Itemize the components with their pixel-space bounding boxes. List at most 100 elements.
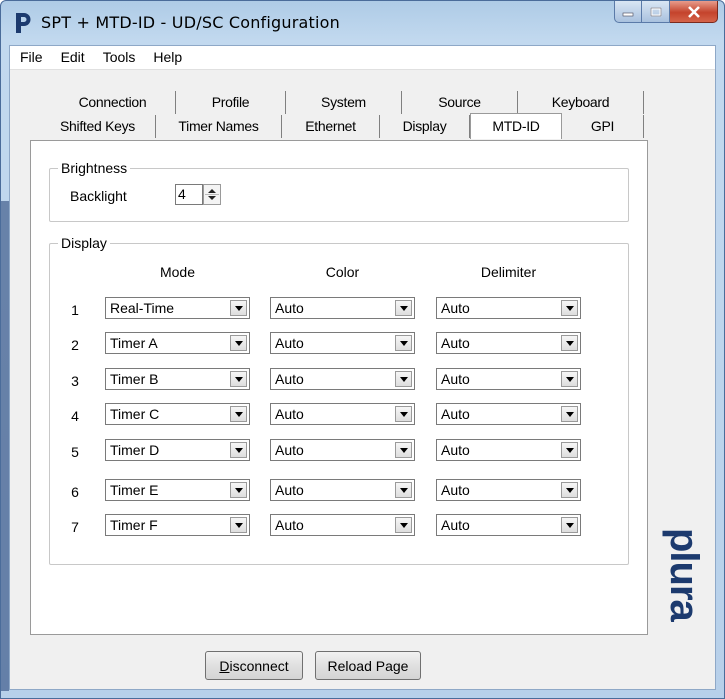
dropdown-button[interactable] <box>395 335 412 351</box>
chevron-down-icon <box>235 377 243 382</box>
mtd-id-tab-panel: Brightness Backlight 4 Display Mode Colo… <box>30 140 648 635</box>
delimiter-select[interactable]: Auto <box>436 439 581 461</box>
chevron-down-icon <box>566 306 574 311</box>
minimize-button[interactable] <box>614 1 642 23</box>
dropdown-button[interactable] <box>230 406 247 422</box>
dropdown-button[interactable] <box>561 482 578 498</box>
client-area: File Edit Tools Help Connection Profile … <box>9 45 716 690</box>
dropdown-button[interactable] <box>395 406 412 422</box>
color-select[interactable]: Auto <box>270 297 415 319</box>
title-bar[interactable]: SPT + MTD-ID - UD/SC Configuration <box>1 1 724 45</box>
color-select[interactable]: Auto <box>270 479 415 501</box>
dropdown-button[interactable] <box>230 371 247 387</box>
tab-gpi[interactable]: GPI <box>562 115 644 138</box>
color-select[interactable]: Auto <box>270 368 415 390</box>
spin-down-icon[interactable] <box>208 196 216 200</box>
dropdown-button[interactable] <box>230 517 247 533</box>
plura-logo-text: plura <box>662 528 706 623</box>
mode-value: Timer B <box>110 371 159 387</box>
delimiter-value: Auto <box>441 300 470 316</box>
mode-select[interactable]: Timer D <box>105 439 250 461</box>
tab-ethernet[interactable]: Ethernet <box>282 115 380 138</box>
mode-select[interactable]: Timer F <box>105 514 250 536</box>
delimiter-select[interactable]: Auto <box>436 403 581 425</box>
tab-connection[interactable]: Connection <box>50 91 176 114</box>
menu-bar: File Edit Tools Help <box>10 46 715 70</box>
disconnect-accelerator: D <box>219 657 230 674</box>
mode-column-header: Mode <box>159 264 196 280</box>
dropdown-button[interactable] <box>395 300 412 316</box>
dropdown-button[interactable] <box>561 335 578 351</box>
spin-up-icon[interactable] <box>208 189 216 193</box>
dropdown-button[interactable] <box>395 442 412 458</box>
delimiter-select[interactable]: Auto <box>436 368 581 390</box>
mode-select[interactable]: Timer E <box>105 479 250 501</box>
backlight-label: Backlight <box>70 188 127 204</box>
delimiter-value: Auto <box>441 517 470 533</box>
dropdown-button[interactable] <box>230 335 247 351</box>
row-number: 6 <box>71 484 79 500</box>
dropdown-button[interactable] <box>230 482 247 498</box>
dropdown-button[interactable] <box>561 442 578 458</box>
brightness-group-title: Brightness <box>58 160 131 176</box>
plura-logo: plura <box>662 528 706 623</box>
caption-buttons <box>614 1 718 23</box>
dropdown-button[interactable] <box>395 517 412 533</box>
spin-separator <box>205 194 219 195</box>
mode-select[interactable]: Timer C <box>105 403 250 425</box>
maximize-button[interactable] <box>642 1 670 23</box>
tab-shifted-keys[interactable]: Shifted Keys <box>40 115 156 138</box>
chevron-down-icon <box>400 523 408 528</box>
backlight-value[interactable]: 4 <box>175 184 203 205</box>
color-value: Auto <box>275 442 304 458</box>
delimiter-select[interactable]: Auto <box>436 514 581 536</box>
tab-keyboard[interactable]: Keyboard <box>518 91 644 114</box>
dropdown-button[interactable] <box>395 371 412 387</box>
tab-source[interactable]: Source <box>402 91 518 114</box>
window-title: SPT + MTD-ID - UD/SC Configuration <box>41 13 340 32</box>
dropdown-button[interactable] <box>230 300 247 316</box>
menu-tools[interactable]: Tools <box>94 46 145 69</box>
chevron-down-icon <box>235 306 243 311</box>
close-button[interactable] <box>670 1 718 23</box>
disconnect-button[interactable]: Disconnect <box>205 651 303 680</box>
color-select[interactable]: Auto <box>270 439 415 461</box>
dropdown-button[interactable] <box>561 406 578 422</box>
menu-help[interactable]: Help <box>144 46 191 69</box>
row-number: 3 <box>71 373 79 389</box>
close-icon <box>687 5 700 18</box>
backlight-spinner[interactable]: 4 <box>175 184 225 205</box>
delimiter-value: Auto <box>441 482 470 498</box>
dropdown-button[interactable] <box>395 482 412 498</box>
chevron-down-icon <box>400 488 408 493</box>
tab-timer-names[interactable]: Timer Names <box>156 115 282 138</box>
dropdown-button[interactable] <box>561 300 578 316</box>
color-select[interactable]: Auto <box>270 332 415 354</box>
delimiter-value: Auto <box>441 406 470 422</box>
chevron-down-icon <box>235 412 243 417</box>
menu-edit[interactable]: Edit <box>52 46 94 69</box>
display-group-title: Display <box>58 235 110 251</box>
delimiter-select[interactable]: Auto <box>436 297 581 319</box>
tab-display[interactable]: Display <box>380 115 470 138</box>
mode-select[interactable]: Timer A <box>105 332 250 354</box>
dropdown-button[interactable] <box>561 371 578 387</box>
backlight-spin-buttons[interactable] <box>203 184 221 205</box>
maximize-icon <box>650 7 661 16</box>
reload-page-button[interactable]: Reload Page <box>315 651 421 680</box>
tab-mtd-id[interactable]: MTD-ID <box>470 113 562 139</box>
menu-file[interactable]: File <box>10 46 52 69</box>
dropdown-button[interactable] <box>230 442 247 458</box>
tab-profile[interactable]: Profile <box>176 91 286 114</box>
mode-value: Timer A <box>110 335 158 351</box>
delimiter-select[interactable]: Auto <box>436 479 581 501</box>
color-select[interactable]: Auto <box>270 403 415 425</box>
mode-select[interactable]: Real-Time <box>105 297 250 319</box>
delimiter-select[interactable]: Auto <box>436 332 581 354</box>
color-value: Auto <box>275 300 304 316</box>
tab-system[interactable]: System <box>286 91 402 114</box>
minimize-icon <box>622 12 634 16</box>
mode-select[interactable]: Timer B <box>105 368 250 390</box>
dropdown-button[interactable] <box>561 517 578 533</box>
color-select[interactable]: Auto <box>270 514 415 536</box>
